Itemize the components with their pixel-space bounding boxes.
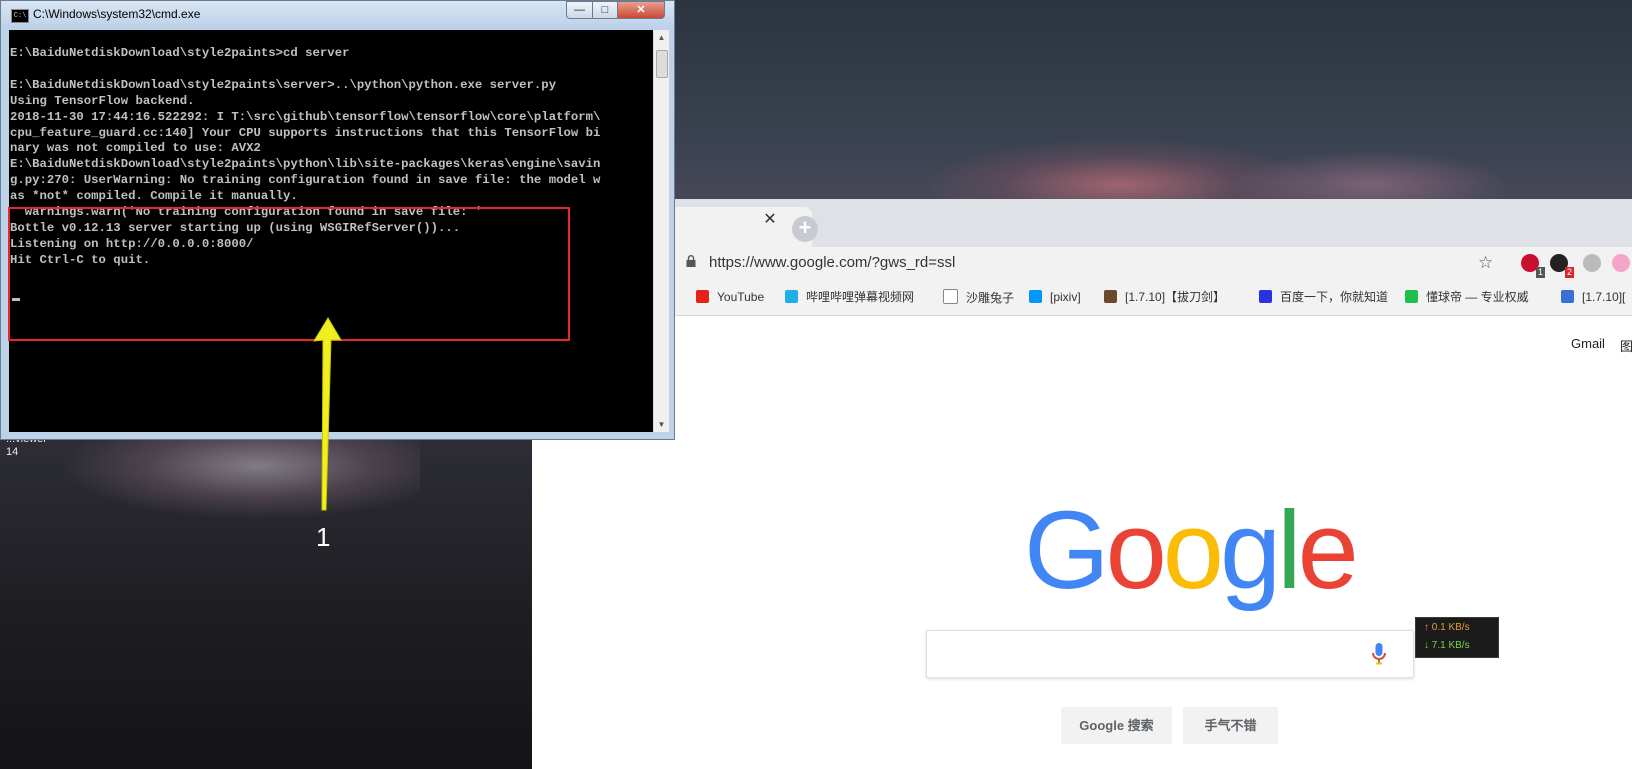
bookmark-label: 百度一下，你就知道 [1280, 290, 1389, 304]
address-bar[interactable]: https://www.google.com/?gws_rd=ssl [709, 254, 955, 271]
download-speed: ↓ 7.1 KB/s [1424, 640, 1470, 651]
logo-letter: o [1105, 489, 1167, 612]
cmd-app-icon[interactable]: C:\ [11, 9, 29, 23]
pixiv-icon [1029, 290, 1042, 303]
bookmark-dongqiudi[interactable]: 懂球帝 — 专业权威 [1405, 289, 1529, 305]
close-button[interactable]: ✕ [617, 1, 665, 19]
page-icon [943, 289, 958, 304]
close-tab-icon[interactable]: ✕ [762, 212, 778, 228]
lock-icon [686, 255, 696, 267]
new-tab-button[interactable]: + [792, 216, 818, 242]
logo-letter: o [1162, 489, 1224, 612]
maximize-button[interactable]: □ [592, 1, 618, 19]
tab-strip [532, 199, 1632, 247]
console-line: E:\BaiduNetdiskDownload\style2paints\pyt… [10, 157, 601, 172]
network-speed-widget: ↑ 0.1 KB/s ↓ 7.1 KB/s [1415, 617, 1499, 658]
logo-letter: e [1297, 489, 1359, 612]
console-line: Using TensorFlow backend. [10, 93, 195, 108]
bookmark-star-icon[interactable]: ☆ [1478, 254, 1493, 271]
scroll-thumb[interactable] [656, 50, 668, 78]
bookmark-label: [1.7.10]【拔刀剑】 [1125, 290, 1226, 304]
images-link[interactable]: 图 [1620, 336, 1632, 355]
console-line: cpu_feature_guard.cc:140] Your CPU suppo… [10, 125, 601, 140]
console-line: E:\BaiduNetdiskDownload\style2paints>cd … [10, 46, 350, 60]
extension-icon[interactable]: 2 [1550, 254, 1574, 278]
logo-letter: G [1024, 489, 1110, 612]
annotation-label: 1 [316, 522, 331, 552]
bookmark-battodo[interactable]: [1.7.10]【拔刀剑】 [1104, 289, 1225, 305]
bilibili-icon [785, 290, 798, 303]
bookmark-label: 哔哩哔哩弹幕视频网 [806, 290, 915, 304]
feeling-lucky-button[interactable]: 手气不错 [1183, 707, 1278, 744]
scroll-down-arrow-icon[interactable]: ▼ [654, 417, 669, 432]
bookmark-label: YouTube [717, 290, 765, 304]
console-line: nary was not compiled to use: AVX2 [10, 141, 261, 156]
gmail-link[interactable]: Gmail [1571, 336, 1605, 351]
console-line: 2018-11-30 17:44:16.522292: I T:\src\git… [10, 109, 601, 124]
cmd-titlebar[interactable]: C:\ C:\Windows\system32\cmd.exe — □ ✕ [1, 1, 674, 28]
bookmark-label: 懂球帝 — 专业权威 [1426, 290, 1529, 304]
console-line: as *not* compiled. Compile it manually. [10, 189, 298, 204]
dongqiudi-icon [1405, 290, 1418, 303]
minecraft-icon [1104, 290, 1117, 303]
upload-speed: ↑ 0.1 KB/s [1424, 622, 1470, 633]
bookmark-label: 沙雕兔子 [966, 291, 1015, 305]
google-search-button[interactable]: Google 搜索 [1061, 707, 1172, 744]
console-line: g.py:270: UserWarning: No training confi… [10, 173, 601, 188]
vertical-scrollbar[interactable]: ▲ ▼ [653, 30, 669, 432]
search-input[interactable] [926, 630, 1414, 678]
bookmark-pixiv[interactable]: [pixiv] [1029, 289, 1081, 305]
bookmark-label: [pixiv] [1050, 290, 1081, 304]
logo-letter: l [1277, 489, 1302, 612]
logo-letter: g [1219, 489, 1281, 612]
active-tab[interactable] [652, 207, 812, 247]
mcmod-icon [1561, 290, 1574, 303]
desktop-label-line: 14 [6, 446, 19, 458]
extension-badge: 2 [1564, 267, 1574, 278]
pink-extension-icon[interactable] [1612, 254, 1630, 272]
console-line: E:\BaiduNetdiskDownload\style2paints\ser… [10, 77, 557, 92]
bookmark-mcmod[interactable]: [1.7.10][ [1561, 289, 1625, 305]
browser-window [532, 199, 1632, 769]
microphone-icon[interactable] [1372, 643, 1386, 665]
window-title: C:\Windows\system32\cmd.exe [33, 7, 201, 21]
bookmark-baidu[interactable]: 百度一下，你就知道 [1259, 289, 1388, 305]
scroll-up-arrow-icon[interactable]: ▲ [654, 30, 669, 45]
baidu-icon [1259, 290, 1272, 303]
abp-icon[interactable]: 1 [1521, 254, 1545, 278]
browser-toolbar [532, 247, 1632, 285]
minimize-button[interactable]: — [566, 1, 593, 19]
m-extension-icon[interactable] [1583, 254, 1601, 272]
wallpaper-mountain [60, 430, 420, 520]
youtube-icon [696, 290, 709, 303]
bookmark-shadiao[interactable]: 沙雕兔子 [943, 289, 1014, 305]
bookmark-youtube[interactable]: YouTube [696, 289, 764, 305]
bookmark-bilibili[interactable]: 哔哩哔哩弹幕视频网 [785, 289, 914, 305]
google-logo: Google [1024, 496, 1359, 606]
annotation-highlight-box [8, 207, 570, 341]
extension-badge: 1 [1535, 267, 1545, 278]
bookmark-label: [1.7.10][ [1582, 290, 1626, 304]
